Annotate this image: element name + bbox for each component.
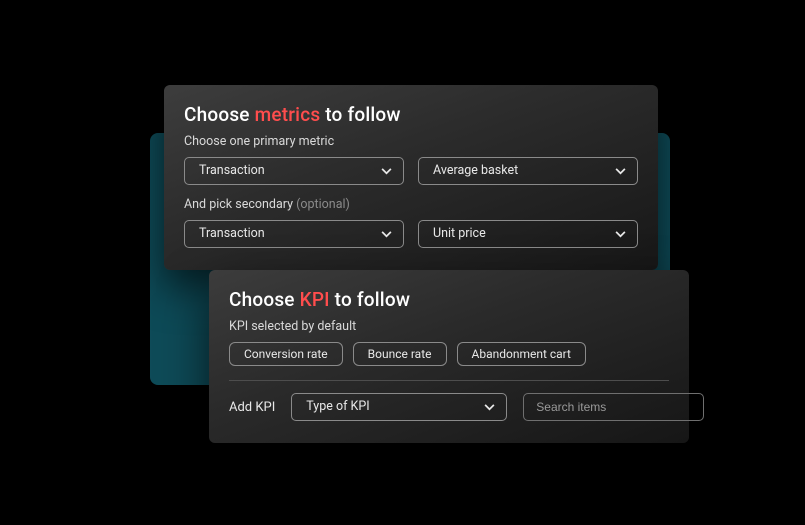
kpi-title-accent: KPI xyxy=(300,288,330,311)
primary-metric-value: Average basket xyxy=(433,158,518,184)
secondary-metric-category-value: Transaction xyxy=(199,221,265,247)
secondary-metric-value-select[interactable]: Unit price xyxy=(418,220,638,248)
secondary-metric-label-main: And pick secondary xyxy=(184,197,296,212)
chevron-down-icon xyxy=(379,227,393,241)
kpi-chip-row: Conversion rate Bounce rate Abandonment … xyxy=(229,342,669,366)
primary-metric-row: Transaction Average basket xyxy=(184,157,638,185)
secondary-metric-value: Unit price xyxy=(433,221,486,247)
kpi-title: Choose KPI to follow xyxy=(229,288,669,311)
primary-metric-category-value: Transaction xyxy=(199,158,265,184)
chevron-down-icon xyxy=(482,400,496,414)
kpi-chip-abandonment-cart[interactable]: Abandonment cart xyxy=(457,342,586,366)
metrics-title: Choose metrics to follow xyxy=(184,103,638,126)
metrics-title-pre: Choose xyxy=(184,103,255,126)
secondary-metric-row: Transaction Unit price xyxy=(184,220,638,248)
card-choose-metrics: Choose metrics to follow Choose one prim… xyxy=(164,85,658,270)
card-choose-kpi: Choose KPI to follow KPI selected by def… xyxy=(209,270,689,443)
stage: Choose metrics to follow Choose one prim… xyxy=(0,0,805,525)
kpi-chip-bounce-rate[interactable]: Bounce rate xyxy=(353,342,447,366)
kpi-default-label: KPI selected by default xyxy=(229,319,669,334)
chevron-down-icon xyxy=(379,164,393,178)
primary-metric-label: Choose one primary metric xyxy=(184,134,638,149)
kpi-title-post: to follow xyxy=(330,288,410,311)
kpi-search-input[interactable] xyxy=(523,393,704,421)
kpi-chip-conversion-rate[interactable]: Conversion rate xyxy=(229,342,343,366)
primary-metric-value-select[interactable]: Average basket xyxy=(418,157,638,185)
add-kpi-row: Add KPI Type of KPI xyxy=(229,393,669,421)
chevron-down-icon xyxy=(613,164,627,178)
kpi-type-value: Type of KPI xyxy=(306,394,369,420)
primary-metric-category-select[interactable]: Transaction xyxy=(184,157,404,185)
secondary-metric-label: And pick secondary (optional) xyxy=(184,197,638,212)
add-kpi-label: Add KPI xyxy=(229,400,275,415)
kpi-type-select[interactable]: Type of KPI xyxy=(291,393,507,421)
secondary-metric-label-optional: (optional) xyxy=(296,197,350,212)
metrics-title-accent: metrics xyxy=(255,103,321,126)
secondary-metric-category-select[interactable]: Transaction xyxy=(184,220,404,248)
divider xyxy=(229,380,669,381)
chevron-down-icon xyxy=(613,227,627,241)
kpi-title-pre: Choose xyxy=(229,288,300,311)
metrics-title-post: to follow xyxy=(320,103,400,126)
